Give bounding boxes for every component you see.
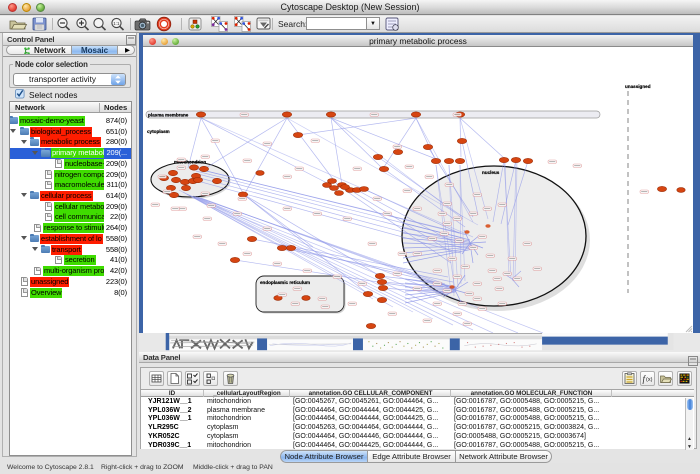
svg-text:plasma membrane: plasma membrane — [148, 113, 189, 118]
svg-text:unassigned: unassigned — [625, 84, 651, 89]
svg-text:(x): (x) — [646, 377, 653, 383]
svg-text:nucleus: nucleus — [482, 170, 500, 175]
svg-text:1:1: 1:1 — [113, 21, 120, 26]
svg-text:cytoplasm: cytoplasm — [147, 129, 170, 134]
svg-text:endoplasmic reticulum: endoplasmic reticulum — [260, 280, 310, 285]
